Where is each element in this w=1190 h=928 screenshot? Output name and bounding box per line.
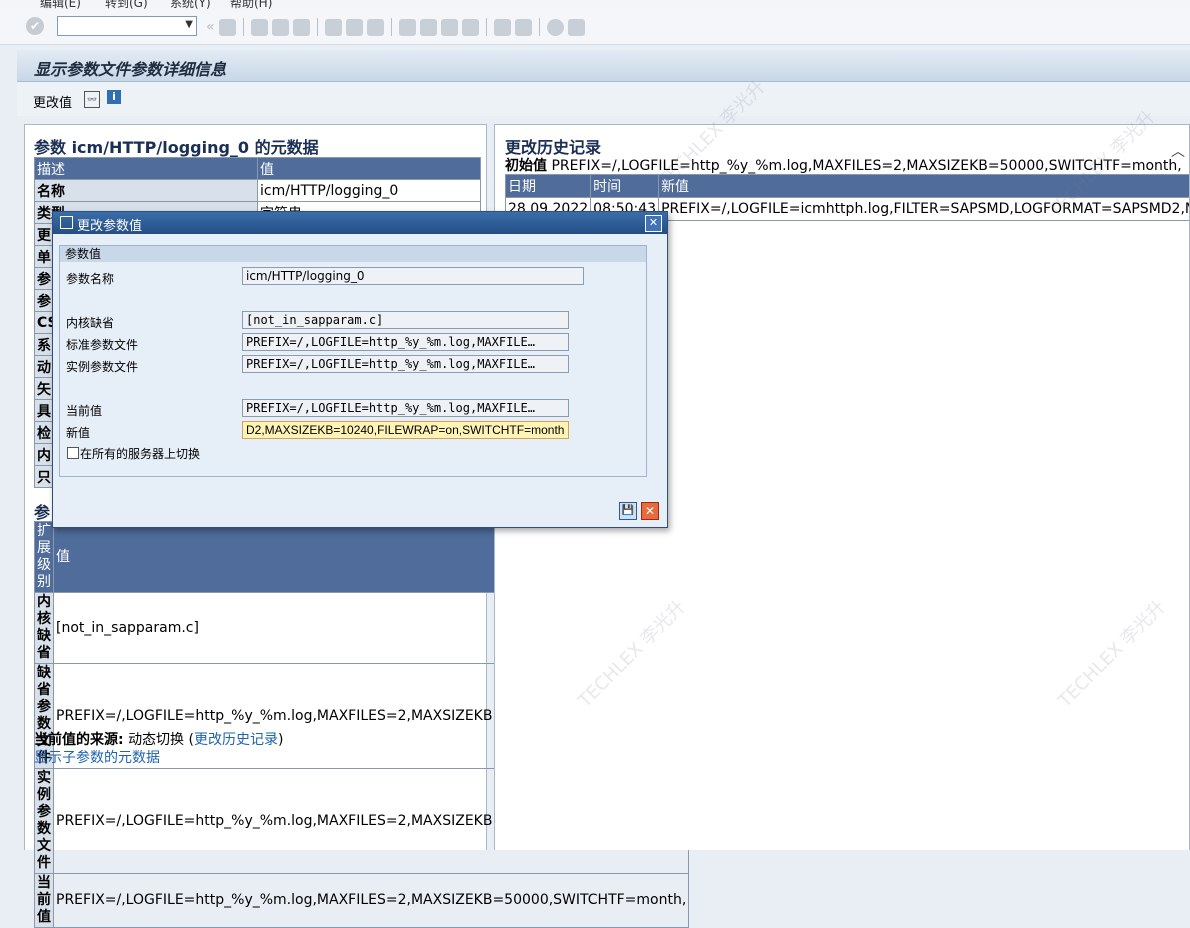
close-icon[interactable]: ✕ xyxy=(645,215,662,232)
menu-item-system[interactable]: 系统(Y) xyxy=(170,0,211,10)
screen-title: 显示参数文件参数详细信息 xyxy=(34,56,226,80)
instance-profile-field: PREFIX=/,LOGFILE=http_%y_%m.log,MAXFILE… xyxy=(242,355,569,373)
standard-toolbar: ✔ ▼ « xyxy=(0,10,1190,45)
row-label: 当前值 xyxy=(35,874,54,928)
first-page-icon[interactable] xyxy=(399,19,416,36)
change-history-link[interactable]: 更改历史记录 xyxy=(194,732,278,748)
switch-all-servers-label: 在所有的服务器上切换 xyxy=(80,445,200,462)
parameter-value-group: 参数值 参数名称 icm/HTTP/logging_0 内核缺省 [not_in… xyxy=(59,245,647,477)
toolbar-divider xyxy=(391,18,392,36)
shortcut-icon[interactable] xyxy=(515,19,532,36)
edit-icon xyxy=(60,216,73,229)
find-next-icon[interactable] xyxy=(367,19,384,36)
current-value-source: 当前值的来源: 动态切换 (更改历史记录) xyxy=(34,729,283,749)
row-label: 实例参数文件 xyxy=(35,769,54,874)
save-button[interactable]: 💾 xyxy=(619,502,637,520)
change-value-button[interactable]: 更改值 xyxy=(33,92,72,111)
scroll-up-icon[interactable]: ︿ xyxy=(1171,141,1185,161)
switch-all-servers-checkbox[interactable] xyxy=(67,447,79,459)
dialog-title-bar: 更改参数值 ✕ xyxy=(53,212,667,234)
initial-value: PREFIX=/,LOGFILE=http_%y_%m.log,MAXFILES… xyxy=(551,158,1181,174)
new-value-input[interactable]: D2,MAXSIZEKB=10240,FILEWRAP=on,SWITCHTF=… xyxy=(242,421,569,439)
menu-bar: 编辑(E) 转到(G) 系统(Y) 帮助(H) xyxy=(0,0,1190,10)
new-value-label: 新值 xyxy=(66,424,90,441)
check-icon[interactable]: ✔ xyxy=(26,17,44,35)
row-label: 名称 xyxy=(35,180,258,202)
paren-close: ) xyxy=(278,732,283,748)
kernel-default-label: 内核缺省 xyxy=(66,314,114,331)
command-field[interactable]: ▼ xyxy=(57,16,197,36)
row-value: PREFIX=/,LOGFILE=http_%y_%m.log,MAXFILES… xyxy=(54,874,689,928)
kernel-default-field: [not_in_sapparam.c] xyxy=(242,311,569,329)
param-name-label: 参数名称 xyxy=(66,270,114,287)
menu-item-edit[interactable]: 编辑(E) xyxy=(40,0,81,10)
cancel-icon[interactable] xyxy=(293,19,310,36)
column-header: 时间 xyxy=(591,175,659,198)
current-value-label: 当前值 xyxy=(66,402,102,419)
column-header: 扩展级别 xyxy=(35,522,54,593)
change-parameter-dialog: 更改参数值 ✕ 参数值 参数名称 icm/HTTP/logging_0 内核缺省… xyxy=(52,211,668,528)
toolbar-divider xyxy=(243,18,244,36)
screen-title-bar: 显示参数文件参数详细信息 xyxy=(17,50,1190,82)
new-session-icon[interactable] xyxy=(494,19,511,36)
column-header: 新值 xyxy=(659,175,1190,198)
source-label: 当前值的来源: xyxy=(34,732,124,748)
toolbar-divider xyxy=(486,18,487,36)
dialog-title: 更改参数值 xyxy=(77,215,142,234)
chevron-down-icon[interactable]: ▼ xyxy=(185,19,193,30)
save-icon[interactable] xyxy=(219,19,236,36)
column-header: 描述 xyxy=(35,158,258,180)
menu-item-goto[interactable]: 转到(G) xyxy=(105,0,148,10)
table-row: 当前值PREFIX=/,LOGFILE=http_%y_%m.log,MAXFI… xyxy=(35,874,689,928)
menu-item-help[interactable]: 帮助(H) xyxy=(230,0,272,10)
toolbar-divider xyxy=(539,18,540,36)
double-chevron-left-icon: « xyxy=(206,19,215,35)
exit-icon[interactable] xyxy=(272,19,289,36)
extension-title: 参 xyxy=(34,499,50,523)
instance-profile-label: 实例参数文件 xyxy=(66,358,138,375)
source-value: 动态切换 xyxy=(128,732,184,748)
table-header: 日期 时间 新值 xyxy=(506,175,1190,198)
cancel-button[interactable]: ✕ xyxy=(641,502,659,520)
column-header: 值 xyxy=(258,158,481,180)
info-icon[interactable]: i xyxy=(107,90,121,104)
group-title: 参数值 xyxy=(60,246,646,262)
default-profile-label: 标准参数文件 xyxy=(66,336,138,353)
print-icon[interactable] xyxy=(325,19,342,36)
metadata-title: 参数 icm/HTTP/logging_0 的元数据 xyxy=(34,134,319,158)
column-header: 日期 xyxy=(506,175,591,198)
help-icon[interactable] xyxy=(547,19,564,36)
current-value-field: PREFIX=/,LOGFILE=http_%y_%m.log,MAXFILE… xyxy=(242,399,569,417)
toolbar-icons: « xyxy=(206,17,585,37)
find-icon[interactable] xyxy=(346,19,363,36)
param-name-field: icm/HTTP/logging_0 xyxy=(242,267,584,285)
toolbar-divider xyxy=(317,18,318,36)
subparam-metadata-link[interactable]: 显示子参数的元数据 xyxy=(34,747,160,767)
row-label: 内核缺省 xyxy=(35,593,54,664)
row-value: icm/HTTP/logging_0 xyxy=(258,180,481,202)
glasses-icon[interactable]: 👓 xyxy=(84,91,100,108)
history-new-value: PREFIX=/,LOGFILE=icmhttph.log,FILTER=SAP… xyxy=(659,198,1190,221)
layout-icon[interactable] xyxy=(568,19,585,36)
next-page-icon[interactable] xyxy=(441,19,458,36)
initial-value-label: 初始值 xyxy=(505,158,547,174)
initial-value-line: 初始值 PREFIX=/,LOGFILE=http_%y_%m.log,MAXF… xyxy=(505,155,1182,175)
application-toolbar: 更改值 👓 i xyxy=(17,82,1190,116)
back-icon[interactable] xyxy=(251,19,268,36)
prev-page-icon[interactable] xyxy=(420,19,437,36)
table-row: 名称icm/HTTP/logging_0 xyxy=(35,180,481,202)
last-page-icon[interactable] xyxy=(462,19,479,36)
table-header: 描述 值 xyxy=(35,158,481,180)
default-profile-field: PREFIX=/,LOGFILE=http_%y_%m.log,MAXFILE… xyxy=(242,333,569,351)
